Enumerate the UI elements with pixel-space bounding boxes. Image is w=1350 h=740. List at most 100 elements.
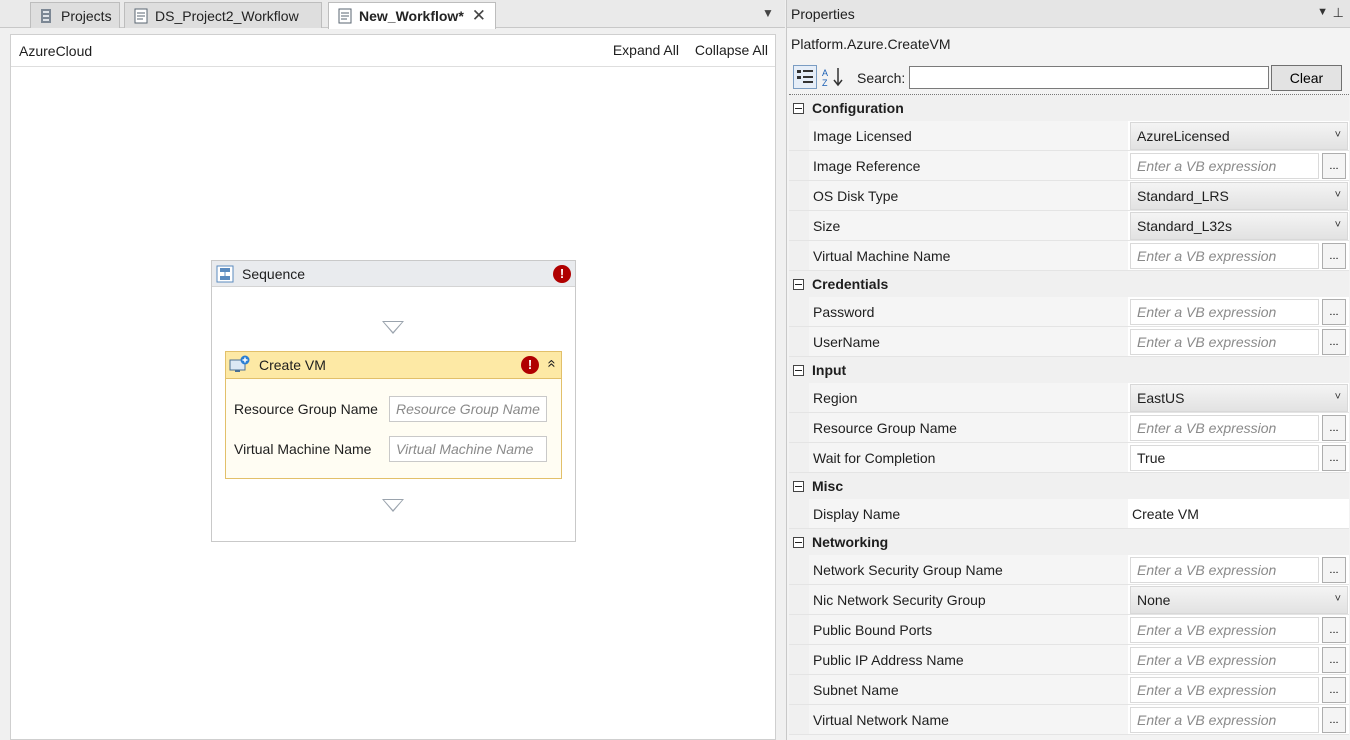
resource-group-name-input[interactable] (389, 396, 547, 422)
property-row-display-name[interactable]: Display Name Create VM (789, 499, 1349, 529)
collapse-category-icon[interactable] (793, 364, 804, 376)
property-select[interactable]: EastUS ˅ (1130, 383, 1348, 412)
property-row-resource-group-name[interactable]: Resource Group Name Enter a VB expression… (789, 413, 1349, 443)
vb-expression-input[interactable]: Enter a VB expression (1130, 706, 1319, 733)
property-name: Virtual Network Name (789, 705, 1128, 734)
expression-editor-button[interactable]: ... (1322, 152, 1346, 179)
error-icon[interactable]: ! (521, 356, 539, 374)
expression-editor-button[interactable]: ... (1322, 328, 1346, 355)
property-row-network-security-group-name[interactable]: Network Security Group Name Enter a VB ex… (789, 555, 1349, 585)
vb-expression-input[interactable]: Enter a VB expression (1130, 328, 1319, 355)
expression-editor-button[interactable]: ... (1322, 444, 1346, 471)
drop-target-arrow-icon[interactable] (382, 499, 404, 512)
vb-expression-input[interactable]: Enter a VB expression (1130, 414, 1319, 441)
expression-editor-button[interactable]: ... (1322, 298, 1346, 325)
property-row-virtual-network-name[interactable]: Virtual Network Name Enter a VB expressio… (789, 705, 1349, 735)
alphabetical-view-button[interactable]: AZ (821, 65, 845, 89)
vb-expression-input[interactable]: Enter a VB expression (1130, 676, 1319, 703)
pin-icon[interactable]: ⊥ (1333, 5, 1344, 21)
sequence-activity[interactable]: Sequence ! Create VM ! « Resource Group … (211, 260, 576, 542)
property-select[interactable]: None ˅ (1130, 585, 1348, 614)
tab-dropdown-icon[interactable]: ▼ (762, 6, 774, 20)
vb-expression-input[interactable]: Enter a VB expression (1130, 646, 1319, 673)
property-select[interactable]: Standard_L32s ˅ (1130, 211, 1348, 240)
display-name-value[interactable]: Create VM (1128, 506, 1199, 522)
tab-new-workflow[interactable]: New_Workflow* ✕ (328, 2, 496, 29)
property-row-region[interactable]: Region EastUS ˅ (789, 383, 1349, 413)
property-value-cell: Enter a VB expression... (1128, 151, 1349, 180)
create-vm-title: Create VM (259, 357, 326, 373)
property-value-cell: Enter a VB expression... (1128, 413, 1349, 442)
vb-expression-input[interactable]: Enter a VB expression (1130, 616, 1319, 643)
search-input[interactable] (909, 66, 1269, 89)
virtual-machine-name-input[interactable] (389, 436, 547, 462)
property-row-nic-network-security-group[interactable]: Nic Network Security Group None ˅ (789, 585, 1349, 615)
expression-editor-button[interactable]: ... (1322, 556, 1346, 583)
property-row-subnet-name[interactable]: Subnet Name Enter a VB expression... (789, 675, 1349, 705)
expand-all-link[interactable]: Expand All (613, 42, 679, 58)
chevron-down-icon[interactable]: ˅ (1335, 391, 1341, 403)
panel-menu-icon[interactable]: ▼ (1317, 6, 1328, 18)
collapse-chevron-icon[interactable]: « (543, 359, 560, 367)
property-row-password[interactable]: Password Enter a VB expression... (789, 297, 1349, 327)
chevron-down-icon[interactable]: ˅ (1335, 129, 1341, 141)
category-label: Input (812, 362, 847, 378)
expression-editor-button[interactable]: ... (1322, 414, 1346, 441)
close-icon[interactable]: ✕ (472, 6, 486, 26)
chevron-down-icon[interactable]: ˅ (1335, 189, 1341, 201)
property-value-cell: Standard_L32s ˅ (1128, 211, 1349, 240)
property-row-os-disk-type[interactable]: OS Disk Type Standard_LRS ˅ (789, 181, 1349, 211)
create-vm-activity[interactable]: Create VM ! « Resource Group Name Virtua… (225, 351, 562, 479)
property-row-image-reference[interactable]: Image Reference Enter a VB expression... (789, 151, 1349, 181)
chevron-down-icon[interactable]: ˅ (1335, 593, 1341, 605)
property-row-image-licensed[interactable]: Image Licensed AzureLicensed ˅ (789, 121, 1349, 151)
properties-title-bar: Properties ▼ ⊥ (787, 0, 1350, 28)
category-misc[interactable]: Misc (789, 473, 1349, 499)
workflow-icon (338, 8, 352, 24)
resource-group-name-row: Resource Group Name (234, 396, 547, 422)
expression-editor-button[interactable]: ... (1322, 646, 1346, 673)
category-networking[interactable]: Networking (789, 529, 1349, 555)
vb-expression-input[interactable]: Enter a VB expression (1130, 298, 1319, 325)
expression-editor-button[interactable]: ... (1322, 616, 1346, 643)
expression-editor-button[interactable]: ... (1322, 706, 1346, 733)
expression-editor-button[interactable]: ... (1322, 242, 1346, 269)
category-input[interactable]: Input (789, 357, 1349, 383)
collapse-category-icon[interactable] (793, 278, 804, 290)
category-label: Misc (812, 478, 844, 494)
vb-expression-input[interactable]: Enter a VB expression (1130, 556, 1319, 583)
category-configuration[interactable]: Configuration (789, 95, 1349, 121)
property-row-wait-for-completion[interactable]: Wait for Completion True... (789, 443, 1349, 473)
create-vm-header[interactable]: Create VM ! « (226, 352, 561, 379)
tab-projects[interactable]: Projects (30, 2, 120, 28)
vb-expression-input[interactable]: True (1130, 444, 1319, 471)
category-credentials[interactable]: Credentials (789, 271, 1349, 297)
property-value-cell: Enter a VB expression... (1128, 705, 1349, 734)
error-icon[interactable]: ! (553, 265, 571, 283)
property-row-public-ip-address-name[interactable]: Public IP Address Name Enter a VB express… (789, 645, 1349, 675)
property-row-virtual-machine-name[interactable]: Virtual Machine Name Enter a VB expressio… (789, 241, 1349, 271)
expression-editor-button[interactable]: ... (1322, 676, 1346, 703)
tab-ds-project2-workflow[interactable]: DS_Project2_Workflow (124, 2, 322, 28)
categorized-view-button[interactable] (793, 65, 817, 89)
chevron-down-icon[interactable]: ˅ (1335, 219, 1341, 231)
vb-expression-input[interactable]: Enter a VB expression (1130, 242, 1319, 269)
property-select[interactable]: Standard_LRS ˅ (1130, 181, 1348, 210)
collapse-category-icon[interactable] (793, 102, 804, 114)
document-tab-bar: Projects DS_Project2_Workflow New_Workfl… (0, 0, 785, 29)
property-row-public-bound-ports[interactable]: Public Bound Ports Enter a VB expression.… (789, 615, 1349, 645)
collapse-all-link[interactable]: Collapse All (695, 42, 768, 58)
sequence-header[interactable]: Sequence ! (212, 261, 575, 287)
clear-button[interactable]: Clear (1271, 65, 1342, 91)
property-value-cell: True... (1128, 443, 1349, 472)
property-value-cell: Create VM (1128, 499, 1349, 528)
property-row-username[interactable]: UserName Enter a VB expression... (789, 327, 1349, 357)
breadcrumb[interactable]: AzureCloud (19, 43, 92, 59)
property-row-size[interactable]: Size Standard_L32s ˅ (789, 211, 1349, 241)
collapse-category-icon[interactable] (793, 536, 804, 548)
svg-text:A: A (822, 68, 828, 78)
vb-expression-input[interactable]: Enter a VB expression (1130, 152, 1319, 179)
drop-target-arrow-icon[interactable] (382, 321, 404, 334)
collapse-category-icon[interactable] (793, 480, 804, 492)
property-select[interactable]: AzureLicensed ˅ (1130, 121, 1348, 150)
